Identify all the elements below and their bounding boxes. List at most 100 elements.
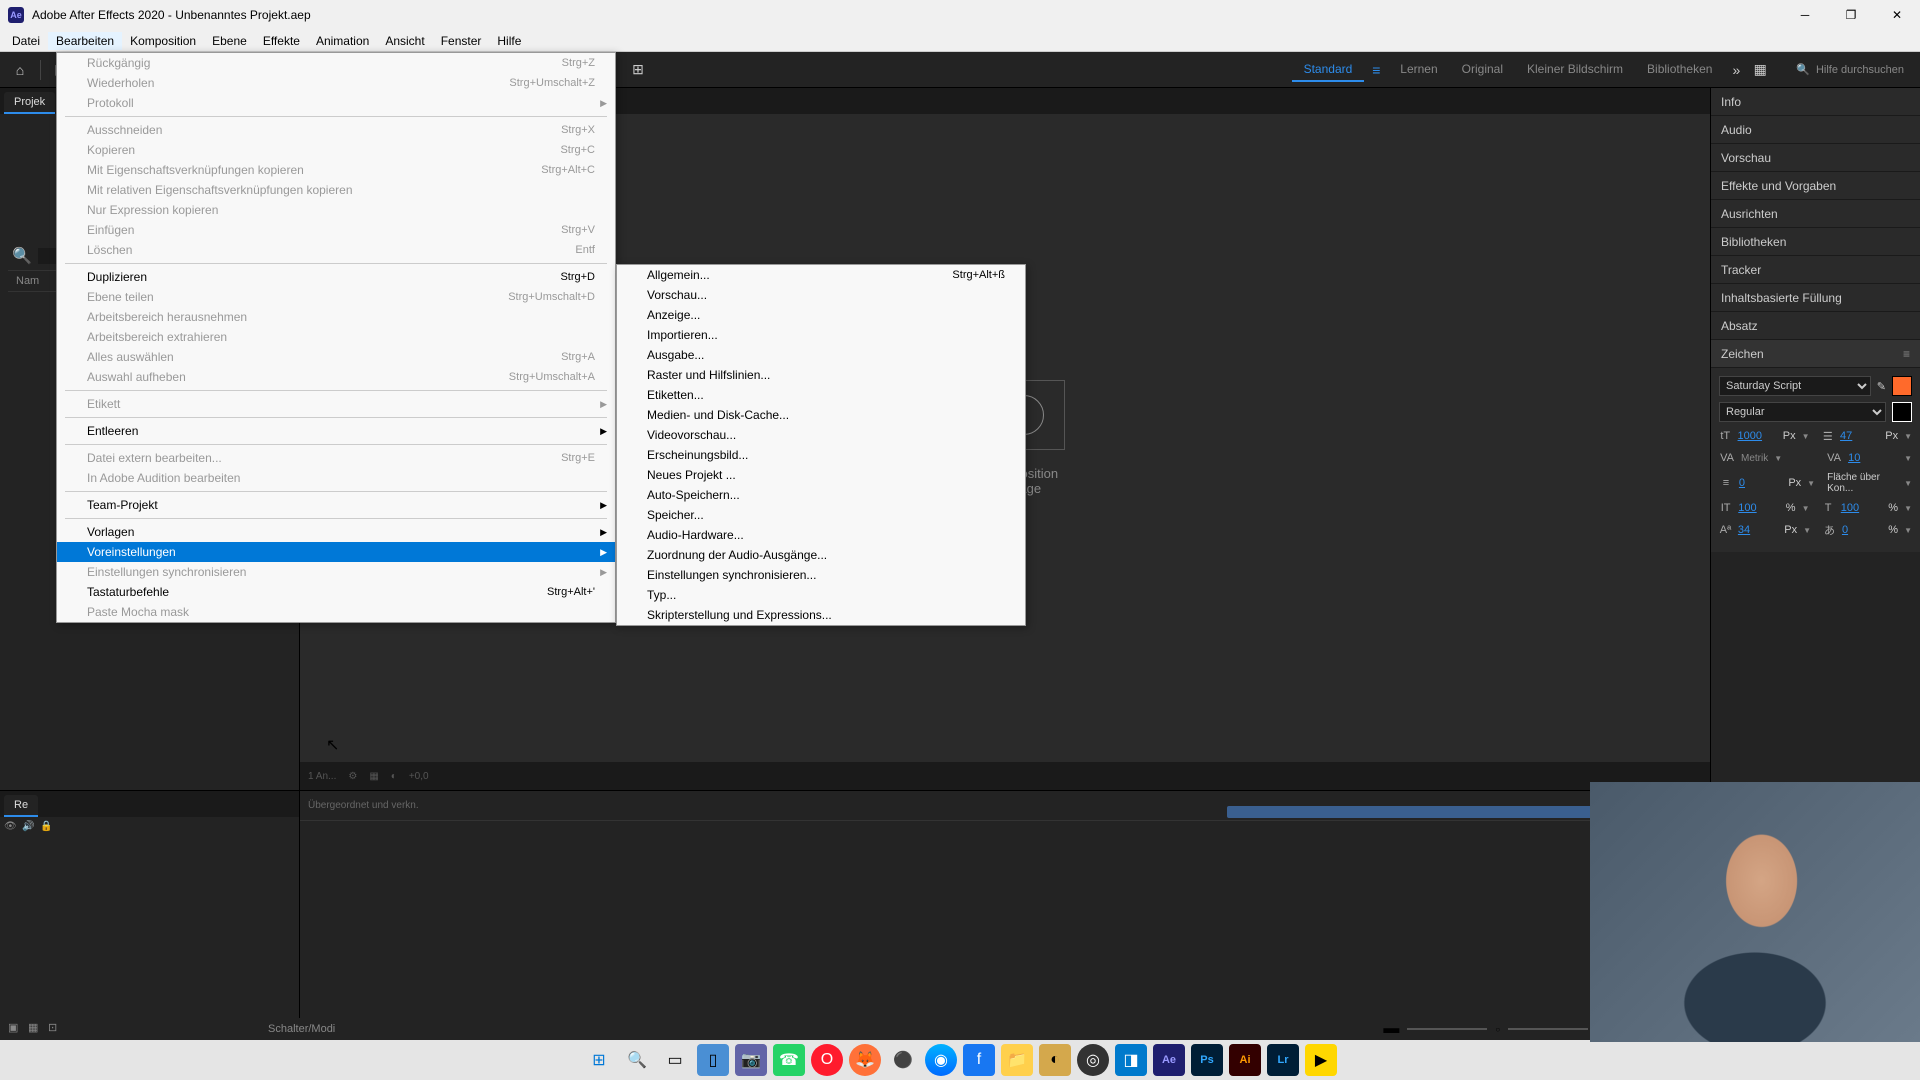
workspace-panel-icon[interactable]: ▦ [1748,58,1772,82]
eye-icon[interactable]: 👁 [4,821,18,835]
prefs-menu-item[interactable]: Skripterstellung und Expressions... [617,605,1025,625]
taskbar-taskview[interactable]: ▭ [659,1044,691,1076]
eyedropper-icon[interactable]: ✎ [1877,380,1886,393]
taskbar-opera[interactable]: O [811,1044,843,1076]
workspace-menu-icon[interactable]: ≡ [1364,58,1388,82]
panel-absatz[interactable]: Absatz [1711,312,1920,340]
panel-effekte[interactable]: Effekte und Vorgaben [1711,172,1920,200]
timeline-track[interactable] [300,821,1710,1040]
prefs-menu-item[interactable]: Einstellungen synchronisieren... [617,565,1025,585]
project-tab[interactable]: Projek [4,92,55,114]
prefs-menu-item[interactable]: Videovorschau... [617,425,1025,445]
footer-mode-label[interactable]: Schalter/Modi [268,1023,335,1035]
edit-menu-item[interactable]: TastaturbefehleStrg+Alt+' [57,582,615,602]
menu-datei[interactable]: Datei [4,32,48,50]
mask-icon[interactable]: ◐ [391,771,397,782]
taskbar-teams[interactable]: 📷 [735,1044,767,1076]
fill-color-swatch[interactable] [1892,376,1912,396]
taskbar-files[interactable]: 📁 [1001,1044,1033,1076]
home-icon[interactable]: ⌂ [8,58,32,82]
prefs-menu-item[interactable]: Typ... [617,585,1025,605]
taskbar-aftereffects[interactable]: Ae [1153,1044,1185,1076]
prefs-menu-item[interactable]: Medien- und Disk-Cache... [617,405,1025,425]
footer-bin-icon[interactable]: ▦ [28,1021,44,1037]
taskbar-more[interactable]: ▶ [1305,1044,1337,1076]
edit-menu-item[interactable]: DuplizierenStrg+D [57,267,615,287]
edit-menu-item[interactable]: Entleeren▶ [57,421,615,441]
edit-menu-item[interactable]: Voreinstellungen▶ [57,542,615,562]
hscale-input[interactable]: 100 [1841,502,1883,514]
render-tab[interactable]: Re [4,795,38,817]
prefs-menu-item[interactable]: Raster und Hilfslinien... [617,365,1025,385]
workspace-kleiner[interactable]: Kleiner Bildschirm [1515,58,1635,82]
prefs-menu-item[interactable]: Audio-Hardware... [617,525,1025,545]
stroke-width-input[interactable]: 0 [1739,477,1782,489]
prefs-menu-item[interactable]: Neues Projekt ... [617,465,1025,485]
prefs-menu-item[interactable]: Erscheinungsbild... [617,445,1025,465]
prefs-menu-item[interactable]: Allgemein...Strg+Alt+ß [617,265,1025,285]
menu-animation[interactable]: Animation [308,32,377,50]
hamburger-icon[interactable]: ≡ [1903,347,1910,361]
taskbar-explorer[interactable]: ▯ [697,1044,729,1076]
menu-hilfe[interactable]: Hilfe [489,32,529,50]
panel-vorschau[interactable]: Vorschau [1711,144,1920,172]
prefs-menu-item[interactable]: Ausgabe... [617,345,1025,365]
taskbar-messenger[interactable]: ◉ [925,1044,957,1076]
edit-menu-item[interactable]: Team-Projekt▶ [57,495,615,515]
panel-audio[interactable]: Audio [1711,116,1920,144]
prefs-menu-item[interactable]: Etiketten... [617,385,1025,405]
prefs-menu-item[interactable]: Auto-Speichern... [617,485,1025,505]
prefs-menu-item[interactable]: Speicher... [617,505,1025,525]
gear-icon[interactable]: ⚙ [348,771,357,782]
prefs-menu-item[interactable]: Vorschau... [617,285,1025,305]
prefs-menu-item[interactable]: Zuordnung der Audio-Ausgänge... [617,545,1025,565]
taskbar-photoshop[interactable]: Ps [1191,1044,1223,1076]
workspace-original[interactable]: Original [1450,58,1515,82]
panel-tracker[interactable]: Tracker [1711,256,1920,284]
footer-folder-icon[interactable]: ▣ [8,1021,24,1037]
menu-komposition[interactable]: Komposition [122,32,204,50]
panel-ausrichten[interactable]: Ausrichten [1711,200,1920,228]
workspace-standard[interactable]: Standard [1292,58,1365,82]
footer-8bit-icon[interactable]: ⊡ [48,1021,64,1037]
panel-inhalt[interactable]: Inhaltsbasierte Füllung [1711,284,1920,312]
prefs-menu-item[interactable]: Importieren... [617,325,1025,345]
lock-icon[interactable]: 🔒 [40,821,54,835]
timeline-zoom-slider[interactable]: ▬○▲ [1383,1020,1612,1038]
taskbar-vscode[interactable]: ◨ [1115,1044,1147,1076]
font-family-select[interactable]: Saturday Script [1719,376,1871,396]
font-size-input[interactable]: 1000 [1738,430,1777,442]
taskbar-lightroom[interactable]: Lr [1267,1044,1299,1076]
panel-zeichen[interactable]: Zeichen≡ [1711,340,1920,368]
grid-icon[interactable]: ▦ [369,771,378,782]
tracking-input[interactable]: 10 [1848,452,1898,464]
font-style-select[interactable]: Regular [1719,402,1886,422]
tsume-input[interactable]: 0 [1842,524,1882,536]
speaker-icon[interactable]: 🔊 [22,821,36,835]
taskbar-whatsapp[interactable]: ☎ [773,1044,805,1076]
taskbar-obs[interactable]: ◎ [1077,1044,1109,1076]
menu-ansicht[interactable]: Ansicht [377,32,432,50]
taskbar-facebook[interactable]: f [963,1044,995,1076]
menu-ebene[interactable]: Ebene [204,32,255,50]
menu-fenster[interactable]: Fenster [433,32,490,50]
panel-info[interactable]: Info [1711,88,1920,116]
workspace-overflow-icon[interactable]: » [1724,58,1748,82]
prefs-menu-item[interactable]: Anzeige... [617,305,1025,325]
taskbar-app2[interactable]: ◐ [1039,1044,1071,1076]
edit-menu-item[interactable]: Vorlagen▶ [57,522,615,542]
minimize-button[interactable]: ─ [1782,0,1828,30]
taskbar-app1[interactable]: ⚫ [887,1044,919,1076]
baseline-shift-input[interactable]: 34 [1738,524,1778,536]
maximize-button[interactable]: ❐ [1828,0,1874,30]
stroke-swatch-icon[interactable] [1892,402,1912,422]
taskbar-search[interactable]: 🔍 [621,1044,653,1076]
leading-input[interactable]: 47 [1840,430,1879,442]
taskbar-start[interactable]: ⊞ [583,1044,615,1076]
workspace-lernen[interactable]: Lernen [1388,58,1449,82]
taskbar-firefox[interactable]: 🦊 [849,1044,881,1076]
taskbar-illustrator[interactable]: Ai [1229,1044,1261,1076]
close-button[interactable]: ✕ [1874,0,1920,30]
help-search[interactable]: 🔍 Hilfe durchsuchen [1788,61,1912,78]
snap-grid-icon[interactable]: ⊞ [626,58,650,82]
